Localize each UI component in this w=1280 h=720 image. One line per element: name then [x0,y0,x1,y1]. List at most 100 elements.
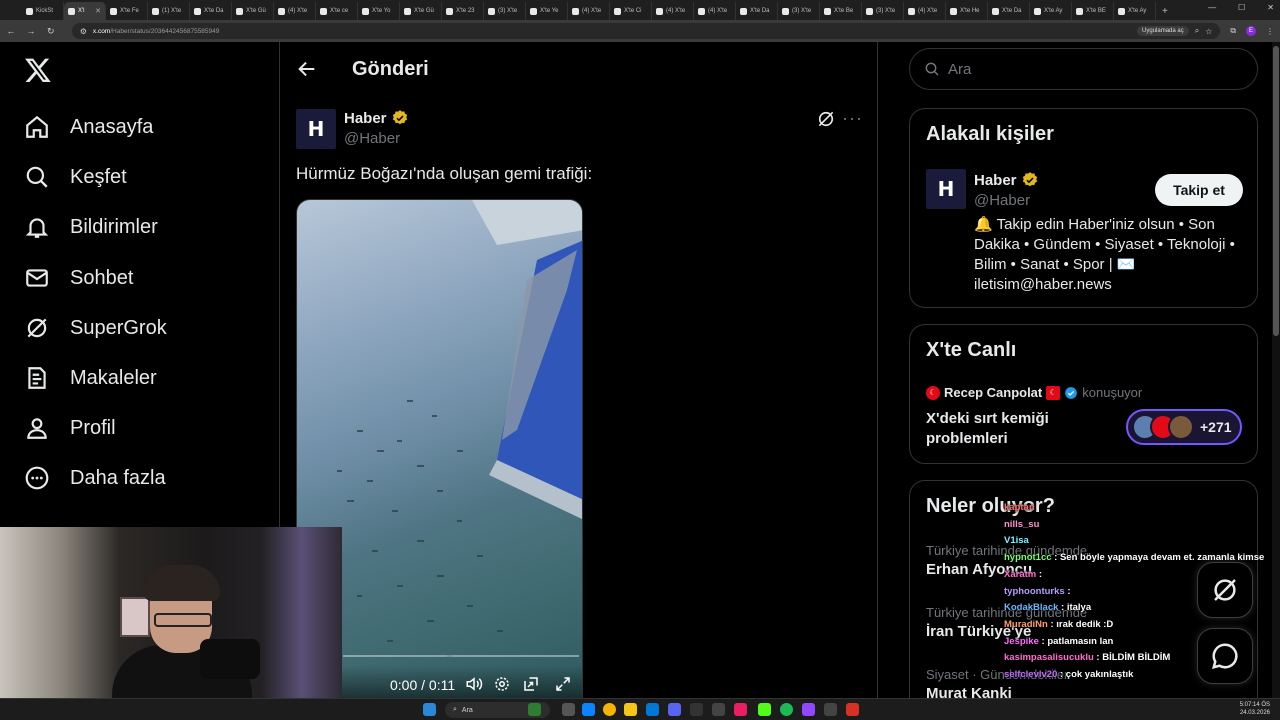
browser-tab[interactable]: KickSt [22,2,64,20]
browser-profile-avatar[interactable]: E [1246,26,1257,36]
related-name-row[interactable]: Haber [974,171,1039,189]
nav-item-notifications[interactable]: Bildirimler [24,209,158,245]
live-host-row[interactable]: ☾ Recep Canpolat ☾ konuşuyor [926,385,1142,400]
x-logo-icon[interactable] [24,56,52,84]
nav-item-articles[interactable]: Makaleler [24,360,157,396]
browser-tab[interactable]: (1) X'te [148,2,190,20]
widget-icon[interactable] [528,703,541,716]
browser-tab[interactable]: X'te Yo [358,2,400,20]
browser-tab[interactable]: X'te Da [988,2,1030,20]
reload-icon[interactable]: ↻ [46,26,56,37]
nav-item-more[interactable]: Daha fazla [24,460,166,496]
fullscreen-icon[interactable] [554,675,572,693]
nav-item-explore[interactable]: Keşfet [24,159,127,195]
zoom-icon[interactable]: ⌕ [1195,26,1199,36]
video-progress-bar[interactable] [343,655,579,657]
tab-label: X'te Be [834,8,854,14]
nav-label: SuperGrok [70,316,167,339]
tab-label: KickSt [36,8,54,14]
author-avatar[interactable]: H [296,109,336,149]
task-view-icon[interactable] [562,703,575,716]
browser-tab[interactable]: X'te Gü [232,2,274,20]
kick-icon[interactable] [758,703,771,716]
tab-close-icon[interactable]: ✕ [95,7,101,15]
browser-tab[interactable]: X'te Fe [106,2,148,20]
browser-tab[interactable]: X'te 23 [442,2,484,20]
app-icon[interactable] [824,703,837,716]
scrollbar-thumb[interactable] [1273,46,1279,336]
edge-icon[interactable] [582,703,595,716]
follow-button[interactable]: Takip et [1155,174,1243,206]
nav-item-chat[interactable]: Sohbet [24,260,133,296]
browser-tab[interactable]: (4) X'te [274,2,316,20]
browser-forward-icon[interactable]: → [26,26,36,36]
related-avatar[interactable]: H [926,169,966,209]
file-explorer-icon[interactable] [624,703,637,716]
chat-text: : [1038,568,1043,580]
grok-fab-button[interactable] [1197,562,1253,618]
close-window-icon[interactable]: ✕ [1267,3,1274,12]
taskbar-clock[interactable]: 5:07:14 ÖS 24.03.2026 [1234,701,1270,717]
chat-bubble-icon [1211,643,1238,670]
browser-tab[interactable]: X'te ce [316,2,358,20]
app-icon[interactable] [712,703,725,716]
browser-tab[interactable]: X'te Gü [400,2,442,20]
windows-start-icon[interactable] [423,703,436,716]
steam-icon[interactable] [690,703,703,716]
messages-fab-button[interactable] [1197,628,1253,684]
browser-tab[interactable]: (4) X'te [568,2,610,20]
browser-tab[interactable]: X'l ✕ [64,2,106,20]
pip-icon[interactable] [522,675,540,693]
app-icon[interactable] [846,703,859,716]
chrome-icon[interactable] [603,703,616,716]
address-bar[interactable]: ⚙ x.com/Haber/status/2036442456875585949… [71,23,1221,39]
browser-tab[interactable]: (3) X'te [484,2,526,20]
nav-item-profile[interactable]: Profil [24,410,116,446]
browser-tab[interactable]: (4) X'te [694,2,736,20]
search-placeholder: Ara [948,60,972,78]
browser-tab[interactable]: X'te Be [820,2,862,20]
live-topic[interactable]: X'deki sırt kemiği problemleri [926,409,1116,449]
nav-item-supergrok[interactable]: SuperGrok [24,310,167,346]
back-arrow-icon[interactable] [296,58,318,80]
browser-tab[interactable]: (4) X'te [904,2,946,20]
browser-tab[interactable]: X'te Da [736,2,778,20]
browser-tab[interactable]: X'te Ye [526,2,568,20]
browser-tab[interactable]: X'te Ci [610,2,652,20]
grok-explain-icon[interactable] [816,109,836,129]
site-info-icon[interactable]: ⚙ [80,27,87,36]
discord-icon[interactable] [668,703,681,716]
search-icon: ⌕ [453,706,457,713]
spotify-icon[interactable] [780,703,793,716]
post-text: Hürmüz Boğazı'nda oluşan gemi trafiği: [296,164,593,183]
tab-label: (4) X'te [666,8,686,14]
browser-tab[interactable]: X'te He [946,2,988,20]
browser-back-icon[interactable]: ← [6,26,16,36]
browser-tab[interactable]: (3) X'te [862,2,904,20]
author-name-row[interactable]: Haber [344,109,409,127]
obs-icon[interactable] [802,703,815,716]
open-in-app-button[interactable]: Uygulamada aç [1137,26,1189,36]
maximize-icon[interactable]: ☐ [1238,3,1245,12]
chat-username: kaptan [1004,502,1035,513]
browser-tab[interactable]: X'te Ay [1114,2,1156,20]
tab-label: X'te Da [204,8,224,14]
browser-menu-icon[interactable]: ⋮ [1266,27,1274,36]
search-input[interactable]: Ara [909,48,1258,90]
app-icon[interactable] [734,703,747,716]
post-more-icon[interactable]: ··· [842,108,863,129]
browser-tab[interactable]: X'te BE [1072,2,1114,20]
nav-item-home[interactable]: Anasayfa [24,109,153,145]
minimize-icon[interactable]: — [1208,3,1216,12]
settings-gear-icon[interactable] [493,675,511,693]
browser-tab[interactable]: (4) X'te [652,2,694,20]
extensions-icon[interactable]: ⧉ [1230,26,1236,36]
new-tab-icon[interactable]: + [1156,2,1174,20]
browser-tab[interactable]: (3) X'te [778,2,820,20]
store-icon[interactable] [646,703,659,716]
bookmark-star-icon[interactable]: ☆ [1205,27,1212,36]
live-listeners-pill[interactable]: +271 [1126,409,1242,445]
browser-tab[interactable]: X'te Ay [1030,2,1072,20]
volume-icon[interactable] [465,675,483,693]
browser-tab[interactable]: X'te Da [190,2,232,20]
